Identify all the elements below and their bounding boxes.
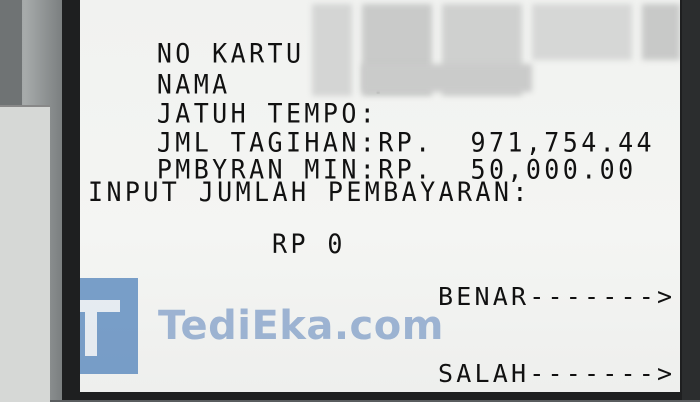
watermark-text: TediEka.com bbox=[158, 303, 444, 349]
atm-side-panel bbox=[0, 105, 50, 402]
redacted-block bbox=[532, 4, 632, 60]
payment-prompt: INPUT JUMLAH PEMBAYARAN: bbox=[88, 176, 531, 208]
atm-right-bezel bbox=[682, 0, 700, 400]
site-watermark: TediEka.com bbox=[80, 278, 444, 374]
t-letter-logo-icon bbox=[80, 278, 138, 374]
redacted-block bbox=[362, 64, 532, 92]
redacted-block bbox=[642, 4, 680, 60]
amount-input[interactable]: RP 0 bbox=[272, 229, 346, 259]
redacted-block bbox=[312, 4, 352, 96]
correct-option-button[interactable]: BENAR-------> bbox=[438, 283, 675, 311]
atm-screen: NO KARTU: NAMA: JATUH TEMPO: JML TAGIHAN… bbox=[80, 0, 680, 392]
atm-left-bezel bbox=[0, 0, 62, 402]
wrong-option-button[interactable]: SALAH-------> bbox=[438, 360, 675, 388]
